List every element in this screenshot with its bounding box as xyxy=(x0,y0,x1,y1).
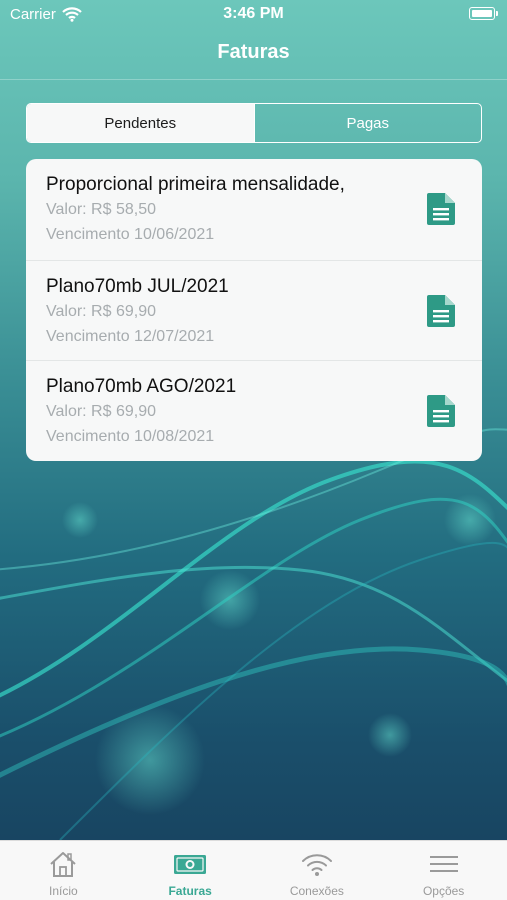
tab-label: Opções xyxy=(422,884,465,898)
money-icon xyxy=(174,855,207,874)
status-bar: Carrier 3:46 PM xyxy=(0,0,507,30)
battery-icon xyxy=(469,7,498,20)
tab-label: Conexões xyxy=(289,884,344,898)
tab-faturas[interactable]: Faturas xyxy=(127,841,254,900)
menu-icon xyxy=(429,856,458,872)
invoice-value: Valor: R$ 69,90 xyxy=(46,302,156,320)
status-segmented-control: Pendentes Pagas xyxy=(26,103,482,143)
clock: 3:46 PM xyxy=(223,5,284,22)
tab-label: Faturas xyxy=(168,884,212,898)
page-title: Faturas xyxy=(217,41,290,63)
home-icon xyxy=(50,852,77,877)
tab-bar: Início Faturas Conexões Opções xyxy=(0,840,507,900)
navigation-bar: Faturas xyxy=(0,30,507,80)
invoice-title: Plano70mb JUL/2021 xyxy=(46,275,229,297)
invoice-due-date: Vencimento 10/08/2021 xyxy=(46,428,215,446)
tab-opcoes[interactable]: Opções xyxy=(380,841,507,900)
tab-label: Início xyxy=(49,884,78,898)
invoice-item[interactable]: Proporcional primeira mensalidade, Valor… xyxy=(26,159,482,260)
document-icon[interactable] xyxy=(427,193,455,225)
invoice-title: Proporcional primeira mensalidade, xyxy=(46,174,345,195)
document-icon[interactable] xyxy=(427,294,455,327)
invoice-value: Valor: R$ 69,90 xyxy=(46,403,156,421)
invoice-item[interactable]: Plano70mb AGO/2021 Valor: R$ 69,90 Venci… xyxy=(26,360,482,461)
segment-pendentes[interactable]: Pendentes xyxy=(27,104,254,142)
invoice-due-date: Vencimento 10/06/2021 xyxy=(46,226,215,243)
invoice-value: Valor: R$ 58,50 xyxy=(46,201,156,218)
invoice-list: Proporcional primeira mensalidade, Valor… xyxy=(26,159,482,461)
tab-conexoes[interactable]: Conexões xyxy=(254,841,381,900)
tab-inicio[interactable]: Início xyxy=(0,841,127,900)
invoice-item[interactable]: Plano70mb JUL/2021 Valor: R$ 69,90 Venci… xyxy=(26,259,482,361)
segment-pagas[interactable]: Pagas xyxy=(253,104,482,142)
wifi-icon xyxy=(301,854,332,876)
invoice-title: Plano70mb AGO/2021 xyxy=(46,376,237,398)
invoice-due-date: Vencimento 12/07/2021 xyxy=(46,327,215,345)
document-icon[interactable] xyxy=(427,395,455,428)
